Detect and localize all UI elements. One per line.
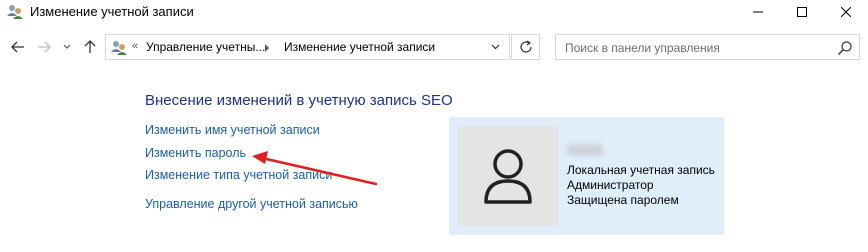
minimize-icon <box>753 11 763 13</box>
chevron-down-icon <box>63 44 71 49</box>
change-account-type-link[interactable]: Изменение типа учетной записи <box>145 168 332 182</box>
avatar <box>458 126 558 226</box>
breadcrumb-separator-icon[interactable] <box>264 42 272 52</box>
address-bar[interactable]: « Управление учетны... Изменение учетной… <box>105 34 510 60</box>
window-title: Изменение учетной записи <box>30 4 194 19</box>
arrow-up-icon <box>84 40 96 53</box>
change-account-name-link[interactable]: Изменить имя учетной записи <box>145 123 320 137</box>
search-icon[interactable] <box>837 40 853 56</box>
close-icon <box>841 7 851 17</box>
account-name-blurred <box>567 144 603 156</box>
account-password-status-text: Защищена паролем <box>567 193 679 207</box>
search-input[interactable]: Поиск в панели управления <box>555 34 860 60</box>
close-button[interactable] <box>826 0 866 24</box>
account-info-panel: Локальная учетная запись Администратор З… <box>449 117 724 235</box>
minimize-button[interactable] <box>738 0 778 24</box>
address-dropdown-button[interactable] <box>482 35 508 59</box>
account-role-text: Администратор <box>567 178 654 192</box>
forward-button[interactable] <box>34 37 54 57</box>
breadcrumb-overflow[interactable]: « <box>132 40 138 52</box>
title-bar: Изменение учетной записи <box>0 0 868 26</box>
maximize-icon <box>797 7 807 17</box>
up-button[interactable] <box>80 37 100 57</box>
maximize-button[interactable] <box>782 0 822 24</box>
breadcrumb-item[interactable]: Управление учетны... <box>146 40 265 54</box>
account-type-text: Локальная учетная запись <box>567 163 715 177</box>
chevron-down-icon <box>491 44 499 50</box>
user-accounts-icon <box>6 3 24 21</box>
page-title: Внесение изменений в учетную запись SEO <box>145 92 453 109</box>
arrow-left-icon <box>11 41 24 53</box>
back-button[interactable] <box>8 37 28 57</box>
search-placeholder: Поиск в панели управления <box>565 41 720 55</box>
refresh-button[interactable] <box>511 34 540 60</box>
refresh-icon <box>519 40 532 53</box>
recent-locations-button[interactable] <box>60 37 74 57</box>
breadcrumb-item[interactable]: Изменение учетной записи <box>284 40 435 54</box>
user-icon <box>484 149 532 204</box>
manage-another-account-link[interactable]: Управление другой учетной записью <box>145 197 358 211</box>
arrow-right-icon <box>38 41 51 53</box>
navigation-bar: « Управление учетны... Изменение учетной… <box>0 32 868 62</box>
control-panel-icon <box>110 39 128 57</box>
change-password-link[interactable]: Изменить пароль <box>145 146 246 160</box>
